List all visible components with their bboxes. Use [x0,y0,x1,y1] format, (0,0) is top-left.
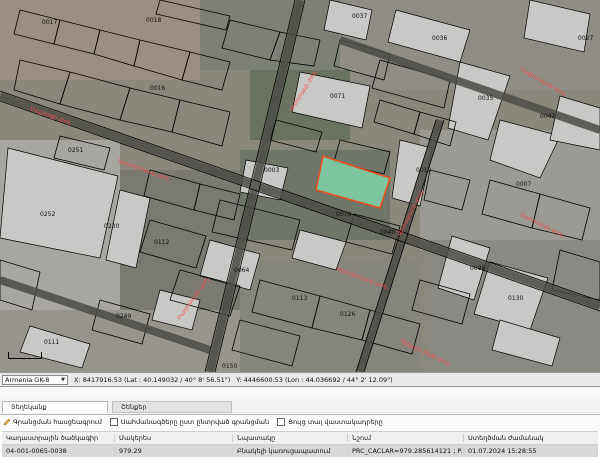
boundary-checkbox[interactable] [109,418,118,426]
tab-buildings[interactable]: Շենքեր [112,401,232,413]
table-cell: PRC_CACLAR=979.285614121 ; P... [348,447,464,455]
parcel-number-label: 0017 [42,19,57,26]
coordinate-status-bar: Armenia GK-8 ▼ X: 8417916.53 (Lat : 40.1… [0,372,600,387]
parcel-number-label: 0111 [44,339,59,346]
parcel-number-label: 0249 [116,313,131,320]
parcel-number-label: 0251 [68,147,83,154]
parcel-info-table: Կադաստրային ծածկագիր Մակերես Նպատակը Նշո… [2,431,598,457]
parcel-number-label: 0003 [264,167,279,174]
map-scale-bar [8,352,42,359]
column-header[interactable]: Մակերես [115,434,233,442]
show-layers-checkbox[interactable] [277,418,286,426]
parcel-number-label: 0027 [578,35,593,42]
parcel-number-label: 0096 [470,265,485,272]
show-layers-checkbox-label: Ցույց տալ վաստակադրերը [288,418,383,426]
panel-tab-bar: Տեղեկանք Շենքեր [0,399,600,415]
parcel-number-label: 0018 [146,17,161,24]
parcel-number-label: 0150 [222,363,237,370]
parcel-number-label: 0019 [416,167,431,174]
y-coordinate-readout: Y: 4446600.53 (Lon : 44.036692 / 44° 2' … [236,375,393,384]
chevron-down-icon: ▼ [61,376,65,383]
parcel-number-label: 0036 [432,35,447,42]
column-header[interactable]: Կադաստրային ծածկագիր [2,434,115,442]
parcel-number-label: 0071 [330,93,345,100]
boundary-checkbox-label: Սահմանագծերը ըստ ընտրված գրանցման [120,418,270,426]
column-header[interactable]: Նշում [348,434,464,442]
parcel-number-label: 0040 [380,229,395,236]
parcel-number-label: 0112 [154,239,169,246]
parcel-number-label: 0070 [336,211,351,218]
parcel-number-label: 0037 [352,13,367,20]
panel-spacer [0,387,600,399]
panel-toolbar: Գրանցման հասցեագրում Սահմանագծերը ըստ ըն… [0,415,600,429]
table-cell: 04-001-0065-0038 [2,447,115,455]
table-row[interactable]: 04-001-0065-0038 979.29 Բնակելի կառուցապ… [2,445,598,457]
column-header[interactable]: Նպատակը [233,434,348,442]
panel-empty-area [0,461,600,472]
show-layers-checkbox-option[interactable]: Ցույց տալ վաստակադրերը [277,418,383,426]
parcel-number-label: 0007 [516,181,531,188]
parcel-number-label: 0130 [508,295,523,302]
parcel-number-label: 0113 [292,295,307,302]
parcel-number-label: 0064 [234,267,249,274]
parcel-number-label: 0035 [478,95,493,102]
pencil-icon [3,418,11,426]
address-edit-button[interactable]: Գրանցման հասցեագրում [3,418,102,426]
table-header: Կադաստրային ծածկագիր Մակերես Նպատակը Նշո… [2,431,598,445]
table-cell: 01.07.2024 15:28:55 [468,447,537,455]
parcel-number-label: 0016 [150,85,165,92]
parcel-number-label: 0252 [40,211,55,218]
table-cell: 979.29 [115,447,233,455]
table-cell: Բնակելի կառուցապատում [233,447,348,455]
parcel-number-label: 0042 [540,113,555,120]
parcel-number-label: 0230 [104,223,119,230]
tab-reference[interactable]: Տեղեկանք [2,401,108,413]
boundary-checkbox-option[interactable]: Սահմանագծերը ըստ ընտրված գրանցման [109,418,270,426]
satellite-map-view[interactable]: 0017 0018 0037 0036 0027 0016 0071 0035 0042 0251… [0,0,600,372]
map-canvas[interactable]: 0017 0018 0037 0036 0027 0016 0071 0035 0042 0251… [0,0,600,372]
x-coordinate-readout: X: 8417916.53 (Lat : 40.149032 / 40° 8' … [74,375,231,384]
crs-select-value: Armenia GK-8 [5,375,50,384]
tab-label: Շենքեր [121,403,147,411]
crs-select[interactable]: Armenia GK-8 ▼ [2,374,68,385]
column-header[interactable]: Ստեղծման ժամանակ [464,434,598,442]
address-edit-label: Գրանցման հասցեագրում [13,418,102,426]
tab-label: Տեղեկանք [11,403,47,411]
parcel-number-label: 0126 [340,311,355,318]
